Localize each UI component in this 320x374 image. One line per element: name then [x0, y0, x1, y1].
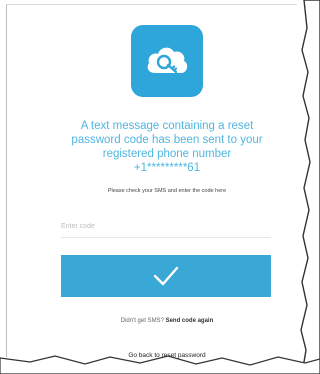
sms-sent-message: A text message containing a reset passwo… [43, 119, 291, 175]
send-code-again-link[interactable]: Send code again [166, 318, 214, 324]
back-to-reset-password-link[interactable]: Go back to reset password [47, 352, 287, 359]
page: A text message containing a reset passwo… [0, 0, 320, 374]
submit-code-button[interactable] [61, 255, 271, 297]
instruction-text: Please check your SMS and enter the code… [107, 188, 227, 194]
cloud-key-icon [147, 47, 188, 74]
torn-paper-right-edge [300, 0, 320, 374]
resend-row: Didn't get SMS? Send code again [47, 318, 287, 324]
headline-line-3: registered phone number [102, 148, 232, 160]
checkmark-icon [153, 266, 179, 286]
app-logo [131, 25, 203, 97]
reset-code-panel: A text message containing a reset passwo… [6, 4, 297, 359]
code-input[interactable] [61, 215, 271, 238]
headline-line-2: password code has been sent to your [71, 134, 263, 146]
resend-prompt: Didn't get SMS? [120, 318, 164, 324]
headline-line-1: A text message containing a reset [80, 120, 254, 132]
masked-phone-number: +1*********61 [133, 162, 201, 174]
